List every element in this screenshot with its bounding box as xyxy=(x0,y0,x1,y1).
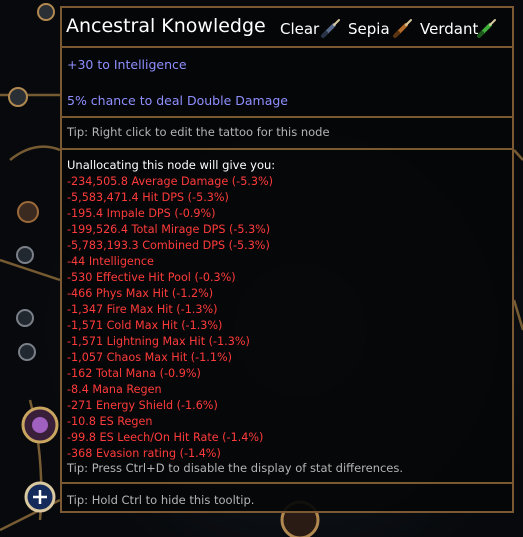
paintbrush-icon xyxy=(321,19,340,38)
separator xyxy=(62,46,512,48)
stat-diff-line: -1,571 Lightning Max Hit (-1.3%) xyxy=(67,335,250,348)
stat-diff-line: -1,057 Chaos Max Hit (-1.1%) xyxy=(67,351,232,364)
dye-clear[interactable]: Clear xyxy=(280,19,340,38)
stat-diff-line: -5,583,471.4 Hit DPS (-5.3%) xyxy=(67,191,229,204)
dye-sepia-label: Sepia xyxy=(348,20,390,38)
paintbrush-icon xyxy=(477,19,496,38)
stat-diff-line: -466 Phys Max Hit (-1.2%) xyxy=(67,287,214,300)
stat-diff-line: -368 Evasion rating (-1.4%) xyxy=(67,447,221,460)
dye-clear-label: Clear xyxy=(280,20,320,38)
stat-diff-line: -44 Intelligence xyxy=(67,255,154,268)
stat-diff-line: -10.8 ES Regen xyxy=(67,415,153,428)
jewel-socket-node[interactable] xyxy=(24,481,56,513)
stat-diff-line: -271 Energy Shield (-1.6%) xyxy=(67,399,218,412)
stat-diff-line: -195.4 Impale DPS (-0.9%) xyxy=(67,207,216,220)
tip-ctrl-d: Tip: Press Ctrl+D to disable the display… xyxy=(67,461,404,475)
stat-diff-line: -1,571 Cold Max Hit (-1.3%) xyxy=(67,319,223,332)
mod-line: +30 to Intelligence xyxy=(67,57,187,72)
tree-node[interactable] xyxy=(18,343,36,361)
stat-diff-line: -234,505.8 Average Damage (-5.3%) xyxy=(67,175,273,188)
stat-diff-line: -199,526.4 Total Mirage DPS (-5.3%) xyxy=(67,223,271,236)
tree-node[interactable] xyxy=(16,309,34,327)
tip-tattoo: Tip: Right click to edit the tattoo for … xyxy=(67,125,330,139)
tree-node[interactable] xyxy=(8,87,28,107)
stat-diff-line: -162 Total Mana (-0.9%) xyxy=(67,367,201,380)
tip-hold-ctrl: Tip: Hold Ctrl to hide this tooltip. xyxy=(67,493,255,507)
stat-diff-line: -8.4 Mana Regen xyxy=(67,383,162,396)
tree-node[interactable] xyxy=(17,201,39,223)
tooltip-header: Ancestral Knowledge Clear Sepia Verdant xyxy=(66,15,506,43)
dye-verdant-label: Verdant xyxy=(420,20,479,38)
node-title: Ancestral Knowledge xyxy=(66,15,266,37)
keystone-node[interactable] xyxy=(21,406,59,444)
stat-diff-line: -99.8 ES Leech/On Hit Rate (-1.4%) xyxy=(67,431,264,444)
stat-diff-line: -5,783,193.3 Combined DPS (-5.3%) xyxy=(67,239,270,252)
dye-verdant[interactable]: Verdant xyxy=(420,19,496,38)
stat-diff-list: -234,505.8 Average Damage (-5.3%) -5,583,… xyxy=(67,174,273,462)
separator xyxy=(62,148,512,150)
separator xyxy=(62,116,512,118)
dye-sepia[interactable]: Sepia xyxy=(348,19,412,38)
tree-node[interactable] xyxy=(37,3,55,21)
paintbrush-icon xyxy=(393,19,412,38)
stat-diff-line: -1,347 Fire Max Hit (-1.3%) xyxy=(67,303,218,316)
separator xyxy=(62,482,512,484)
mod-line: 5% chance to deal Double Damage xyxy=(67,93,288,108)
stat-diff-line: -530 Effective Hit Pool (-0.3%) xyxy=(67,271,236,284)
node-tooltip: Ancestral Knowledge Clear Sepia Verdant xyxy=(60,6,514,513)
stat-diff-header: Unallocating this node will give you: xyxy=(67,158,276,172)
tree-node[interactable] xyxy=(16,246,34,264)
